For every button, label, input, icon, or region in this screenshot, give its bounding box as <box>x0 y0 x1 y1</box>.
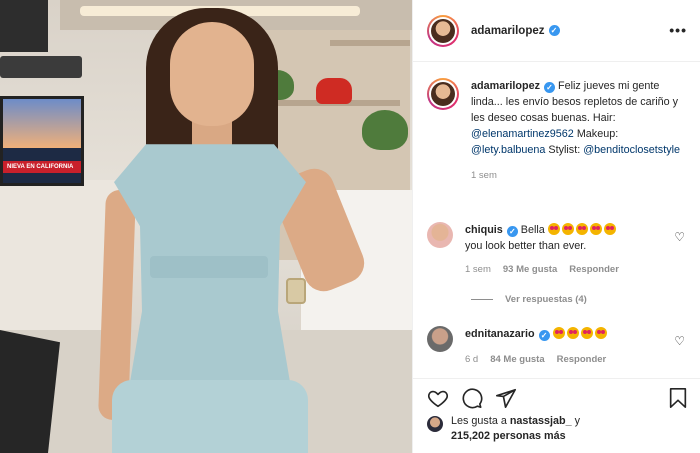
studio-monitor: NIEVA EN CALIFORNIA <box>0 96 84 186</box>
emoji-group <box>547 223 618 236</box>
kettle <box>316 78 352 104</box>
comment-likes[interactable]: 93 Me gusta <box>503 262 557 278</box>
mention-link[interactable]: @benditoclosetstyle <box>583 144 680 156</box>
caption-body: Stylist: <box>548 144 581 156</box>
face <box>170 22 254 126</box>
commenter-avatar[interactable] <box>427 326 453 352</box>
caption-text: adamarilopez ✓ Feliz jueves mi gente lind… <box>471 78 691 184</box>
heart-eyes-emoji-icon <box>589 223 602 235</box>
heart-eyes-emoji-icon <box>603 223 616 235</box>
post-photo[interactable]: NIEVA EN CALIFORNIA <box>0 0 412 453</box>
replies-divider <box>471 299 493 300</box>
monitor-screen <box>3 99 81 148</box>
comment-actions: 1 sem 93 Me gusta Responder <box>465 262 691 278</box>
caption: adamarilopez ✓ Feliz jueves mi gente lind… <box>427 78 691 184</box>
caption-body: Makeup: <box>576 128 619 140</box>
commenter-avatar[interactable] <box>427 222 453 248</box>
post-sidebar: adamarilopez ✓ ••• adamarilopez ✓ Feliz j… <box>412 0 700 453</box>
more-options-icon[interactable]: ••• <box>669 22 687 38</box>
heart-eyes-emoji-icon <box>552 327 565 339</box>
emoji-group <box>552 327 609 340</box>
verified-badge-icon: ✓ <box>544 82 556 93</box>
liker-avatar[interactable] <box>427 416 443 432</box>
comment-like-icon[interactable]: ♡ <box>674 334 685 348</box>
comment-timestamp[interactable]: 1 sem <box>465 262 491 278</box>
post-header: adamarilopez ✓ ••• <box>413 0 700 62</box>
dress-ruffle <box>112 380 308 453</box>
camera-body <box>0 0 48 52</box>
mention-link[interactable]: @lety.balbuena <box>471 144 545 156</box>
comment-item: chiquis ✓ Bella you look better than ever… <box>427 222 691 278</box>
heart-eyes-emoji-icon <box>561 223 574 235</box>
heart-eyes-emoji-icon <box>547 223 560 235</box>
camera-arm <box>0 56 82 78</box>
send-icon[interactable] <box>495 387 517 409</box>
comment-item: ednitanazario ✓ 6 d 84 Me gusta Responder… <box>427 326 691 368</box>
heart-eyes-emoji-icon <box>566 327 579 339</box>
monitor-ticker: NIEVA EN CALIFORNIA <box>3 161 81 173</box>
verified-badge-icon: ✓ <box>548 25 560 36</box>
view-replies-label[interactable]: Ver respuestas (4) <box>505 294 587 305</box>
comment-timestamp[interactable]: 6 d <box>465 352 478 368</box>
reply-button[interactable]: Responder <box>569 262 619 278</box>
likes-summary: Les gusta a nastassjab_ y 215,202 person… <box>427 414 697 444</box>
post-action-bar <box>413 378 700 414</box>
heart-icon[interactable] <box>427 387 449 409</box>
bookmark-icon[interactable] <box>667 387 689 409</box>
plant <box>362 110 408 150</box>
comment-icon[interactable] <box>461 387 483 409</box>
heart-eyes-emoji-icon <box>594 327 607 339</box>
likes-prefix: Les gusta a <box>451 415 507 427</box>
dress-sash <box>150 256 268 278</box>
caption-avatar[interactable] <box>427 78 459 110</box>
comment-text: you look better than ever. <box>465 240 587 252</box>
heart-eyes-emoji-icon <box>575 223 588 235</box>
commenter-username[interactable]: ednitanazario <box>465 328 535 340</box>
comment-likes[interactable]: 84 Me gusta <box>490 352 544 368</box>
comment-body: ednitanazario ✓ 6 d 84 Me gusta Responder <box>465 326 691 368</box>
author-username[interactable]: adamarilopez <box>471 25 545 37</box>
mention-link[interactable]: @elenamartinez9562 <box>471 128 574 140</box>
reply-button[interactable]: Responder <box>557 352 607 368</box>
likes-conjunction: y <box>574 415 581 427</box>
commenter-username[interactable]: chiquis <box>465 224 503 236</box>
comment-actions: 6 d 84 Me gusta Responder <box>465 352 691 368</box>
caption-timestamp[interactable]: 1 sem <box>471 168 691 184</box>
view-replies[interactable]: Ver respuestas (4) <box>471 294 587 305</box>
shelf <box>330 40 410 46</box>
caption-username[interactable]: adamarilopez <box>471 80 540 92</box>
verified-badge-icon: ✓ <box>506 226 518 237</box>
comment-body: chiquis ✓ Bella you look better than ever… <box>465 222 691 278</box>
wristwatch <box>286 278 306 304</box>
heart-eyes-emoji-icon <box>580 327 593 339</box>
likes-count[interactable]: 215,202 personas más <box>451 430 566 442</box>
comment-like-icon[interactable]: ♡ <box>674 230 685 244</box>
liker-username[interactable]: nastassjab_ <box>510 415 572 427</box>
comment-text: Bella <box>520 224 545 236</box>
author-avatar[interactable] <box>427 14 459 47</box>
likes-text: Les gusta a nastassjab_ y 215,202 person… <box>451 414 580 444</box>
verified-badge-icon: ✓ <box>538 330 550 341</box>
